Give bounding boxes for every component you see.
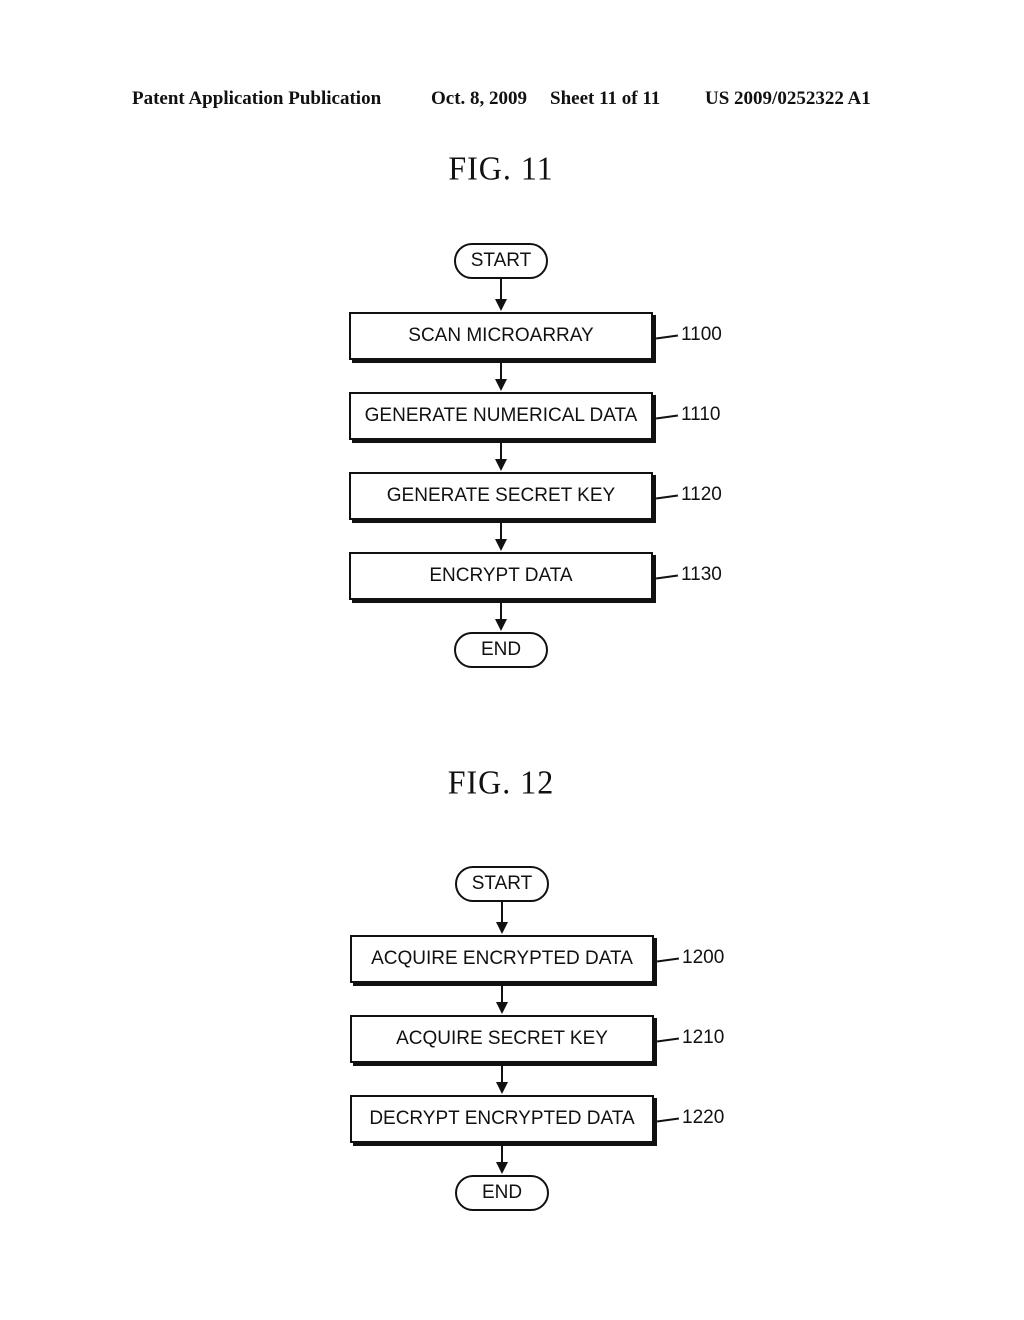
step-box: ENCRYPT DATA bbox=[349, 552, 653, 600]
flow-arrow bbox=[495, 360, 507, 391]
publication-date: Oct. 8, 2009 bbox=[431, 88, 528, 109]
step-box: SCAN MICROARRAY bbox=[349, 312, 653, 360]
patent-number: US 2009/0252322 A1 bbox=[705, 88, 871, 109]
flow-arrow bbox=[495, 279, 507, 311]
flow-arrow bbox=[495, 440, 507, 471]
step-ref-number: 1210 bbox=[682, 1027, 725, 1048]
step-box: GENERATE SECRET KEY bbox=[349, 472, 653, 520]
step-box: DECRYPT ENCRYPTED DATA bbox=[350, 1095, 654, 1143]
ref-leader-line bbox=[655, 574, 679, 580]
step-box: GENERATE NUMERICAL DATA bbox=[349, 392, 653, 440]
flow-arrow bbox=[496, 1143, 508, 1174]
start-terminal: START bbox=[454, 243, 548, 279]
step-box: ACQUIRE ENCRYPTED DATA bbox=[350, 935, 654, 983]
flow-arrow bbox=[496, 902, 508, 934]
end-terminal: END bbox=[454, 632, 548, 668]
flow-arrow bbox=[495, 600, 507, 631]
step-ref-number: 1100 bbox=[681, 324, 722, 345]
flow-arrow bbox=[496, 1063, 508, 1094]
sheet-number: Sheet 11 of 11 bbox=[550, 88, 661, 109]
ref-leader-line bbox=[656, 1117, 680, 1123]
ref-leader-line bbox=[655, 334, 679, 340]
step-ref-number: 1220 bbox=[682, 1107, 725, 1128]
step-ref-number: 1130 bbox=[681, 564, 722, 585]
ref-leader-line bbox=[656, 957, 680, 963]
end-terminal: END bbox=[455, 1175, 549, 1211]
flow-arrow bbox=[495, 520, 507, 551]
publication-type: Patent Application Publication bbox=[132, 88, 382, 109]
step-ref-number: 1110 bbox=[681, 404, 721, 425]
ref-leader-line bbox=[655, 414, 679, 420]
page-header: Patent Application Publication Oct. 8, 2… bbox=[0, 88, 1024, 112]
flow-arrow bbox=[496, 983, 508, 1014]
figure-title: FIG. 11 bbox=[448, 149, 554, 187]
step-ref-number: 1200 bbox=[682, 947, 725, 968]
start-terminal: START bbox=[455, 866, 549, 902]
ref-leader-line bbox=[656, 1037, 680, 1043]
figure-title: FIG. 12 bbox=[447, 763, 555, 801]
ref-leader-line bbox=[655, 494, 679, 500]
step-box: ACQUIRE SECRET KEY bbox=[350, 1015, 654, 1063]
step-ref-number: 1120 bbox=[681, 484, 722, 505]
